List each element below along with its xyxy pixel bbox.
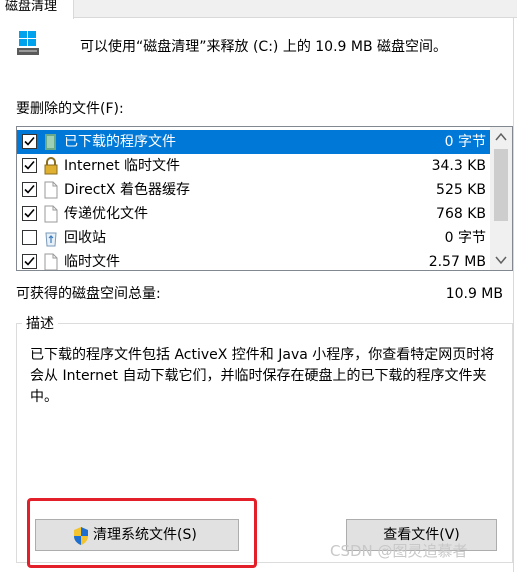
file-size: 768 KB <box>436 206 486 222</box>
panel-edge <box>513 18 514 572</box>
checkbox-checked[interactable] <box>22 182 37 197</box>
list-item[interactable]: 回收站 0 字节 <box>17 226 490 250</box>
file-size: 525 KB <box>436 182 486 198</box>
tab-disk-cleanup[interactable]: 磁盘清理 <box>0 0 74 19</box>
downloaded-program-icon <box>45 134 56 150</box>
checkbox-checked[interactable] <box>22 134 37 149</box>
file-size: 34.3 KB <box>431 158 486 174</box>
blank-file-icon <box>44 205 58 223</box>
file-name: DirectX 着色器缓存 <box>64 182 190 198</box>
checkbox-checked[interactable] <box>22 206 37 221</box>
checkbox-checked[interactable] <box>22 254 37 269</box>
files-to-delete-label: 要删除的文件(F): <box>16 101 124 117</box>
drive-icon <box>17 31 39 55</box>
uac-shield-icon <box>74 527 88 545</box>
file-name: 传递优化文件 <box>64 206 148 222</box>
list-scrollbar[interactable] <box>490 127 512 270</box>
file-name: 已下载的程序文件 <box>64 134 176 150</box>
blank-file-icon <box>44 181 58 199</box>
scroll-thumb[interactable] <box>494 149 508 221</box>
files-list[interactable]: 已下载的程序文件 0 字节 Internet 临时文件 34.3 KB Dire… <box>16 126 513 271</box>
scroll-up-icon[interactable] <box>490 127 512 147</box>
clean-system-files-label: 清理系统文件(S) <box>93 527 197 543</box>
description-text: 已下载的程序文件包括 ActiveX 控件和 Java 小程序，你查看特定网页时… <box>30 347 495 405</box>
list-item[interactable]: 临时文件 2.57 MB <box>17 250 490 270</box>
clean-system-files-button[interactable]: 清理系统文件(S) <box>35 519 239 551</box>
checkbox-unchecked[interactable] <box>22 230 37 245</box>
total-space-label: 可获得的磁盘空间总量: <box>16 286 161 302</box>
lock-icon <box>44 157 58 175</box>
list-item[interactable]: 已下载的程序文件 0 字节 <box>17 130 490 154</box>
header-message: 可以使用“磁盘清理”来释放 (C:) 上的 10.9 MB 磁盘空间。 <box>80 39 448 55</box>
description-legend: 描述 <box>22 315 58 333</box>
tab-strip <box>0 0 517 18</box>
file-name: 回收站 <box>64 230 106 246</box>
list-item[interactable]: DirectX 着色器缓存 525 KB <box>17 178 490 202</box>
list-item[interactable]: 传递优化文件 768 KB <box>17 202 490 226</box>
file-size: 0 字节 <box>444 230 486 246</box>
watermark: CSDN @图灵追慕者 <box>330 542 468 560</box>
total-space-value: 10.9 MB <box>445 286 503 302</box>
recycle-bin-icon <box>45 232 57 247</box>
file-size: 2.57 MB <box>428 254 486 270</box>
blank-file-icon <box>44 253 58 270</box>
list-item[interactable]: Internet 临时文件 34.3 KB <box>17 154 490 178</box>
file-name: Internet 临时文件 <box>64 158 181 174</box>
checkbox-checked[interactable] <box>22 158 37 173</box>
scroll-down-icon[interactable] <box>490 250 512 270</box>
file-name: 临时文件 <box>64 254 120 270</box>
file-size: 0 字节 <box>444 134 486 150</box>
